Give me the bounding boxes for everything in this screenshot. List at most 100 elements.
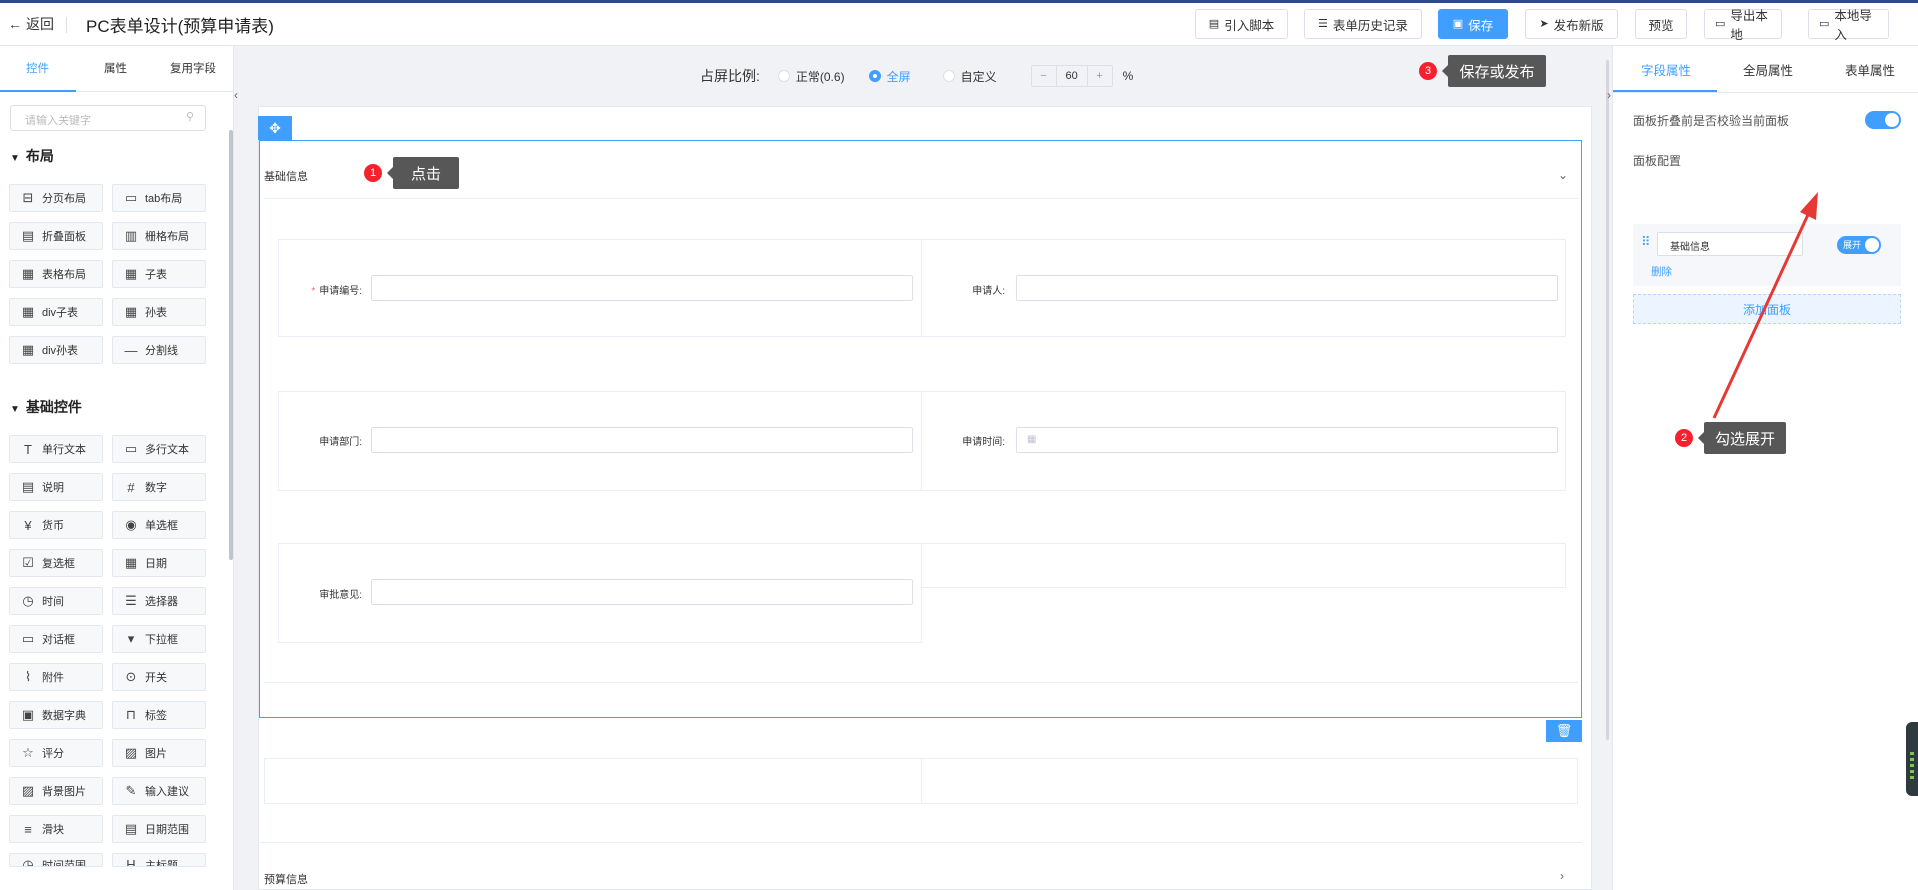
move-handle-icon[interactable]: ✥ xyxy=(258,116,292,140)
widget-selector[interactable]: ☰ 选择器 xyxy=(112,587,206,615)
widget-subtable[interactable]: ▦ 子表 xyxy=(112,260,206,288)
widget-tag[interactable]: ⊓ 标签 xyxy=(112,701,206,729)
delete-panel-link[interactable]: 删除 xyxy=(1651,264,1672,279)
table-icon: ▦ xyxy=(21,266,35,281)
apply-time-input[interactable]: ▦ xyxy=(1016,427,1558,453)
save-button[interactable]: ▣ 保存 xyxy=(1438,9,1508,39)
ratio-option-fullscreen[interactable]: 全屏 xyxy=(887,68,911,85)
divider xyxy=(66,17,67,33)
ratio-option-custom[interactable]: 自定义 xyxy=(961,68,997,85)
widget-number[interactable]: # 数字 xyxy=(112,473,206,501)
widget-input-suggestion[interactable]: ✎ 输入建议 xyxy=(112,777,206,805)
chevron-down-icon[interactable]: ⌄ xyxy=(1558,168,1568,182)
tab-properties[interactable]: 属性 xyxy=(104,60,127,76)
widget-main-title[interactable]: H 主标题 xyxy=(112,853,206,867)
custom-ratio-value[interactable]: 60 xyxy=(1055,66,1088,86)
widget-single-text[interactable]: T 单行文本 xyxy=(9,435,103,463)
widget-time[interactable]: ◷ 时间 xyxy=(9,587,103,615)
widget-div-grandchild-table[interactable]: ▦ div孙表 xyxy=(9,336,103,364)
widget-multi-text[interactable]: ▭ 多行文本 xyxy=(112,435,206,463)
preview-button[interactable]: 预览 xyxy=(1635,9,1687,39)
panel-title-budget-info[interactable]: 预算信息 xyxy=(264,871,308,887)
widget-grandchild-table[interactable]: ▦ 孙表 xyxy=(112,298,206,326)
radio-custom[interactable] xyxy=(942,70,955,82)
widget-dropdown[interactable]: ▾ 下拉框 xyxy=(112,625,206,653)
left-tabs: 控件 属性 复用字段 xyxy=(0,46,234,92)
widget-image[interactable]: ▨ 图片 xyxy=(112,739,206,767)
drag-handle-icon[interactable]: ⠿ xyxy=(1641,234,1651,250)
step-badge-3: 3 xyxy=(1419,62,1437,80)
basic-section-header[interactable]: ▼ 基础控件 xyxy=(10,397,82,417)
widget-date[interactable]: ▦ 日期 xyxy=(112,549,206,577)
plus-icon[interactable]: + xyxy=(1088,70,1112,82)
widget-switch[interactable]: ⊙ 开关 xyxy=(112,663,206,691)
layout-section-header[interactable]: ▼ 布局 xyxy=(10,146,54,166)
widget-tab-layout[interactable]: ▭ tab布局 xyxy=(112,184,206,212)
calendar-icon: ▤ xyxy=(124,821,138,836)
side-widget[interactable] xyxy=(1906,722,1918,796)
widget-divider[interactable]: — 分割线 xyxy=(112,336,206,364)
annotation-arrow xyxy=(1712,192,1818,419)
field-label-applicant: 申请人: xyxy=(972,286,1005,297)
widget-table-layout[interactable]: ▦ 表格布局 xyxy=(9,260,103,288)
grid-cell xyxy=(921,758,1578,804)
widget-div-subtable[interactable]: ▦ div子表 xyxy=(9,298,103,326)
table-icon: ▦ xyxy=(21,304,35,319)
radio-fullscreen[interactable] xyxy=(868,70,881,82)
widget-dialog[interactable]: ▭ 对话框 xyxy=(9,625,103,653)
annotation-save-or-publish: 保存或发布 xyxy=(1442,55,1546,87)
tab-global-properties[interactable]: 全局属性 xyxy=(1743,60,1793,79)
tab-reuse-fields[interactable]: 复用字段 xyxy=(170,60,216,76)
import-script-button[interactable]: ▤ 引入脚本 xyxy=(1195,9,1288,39)
widget-slider[interactable]: ≡ 滑块 xyxy=(9,815,103,843)
active-tab-indicator xyxy=(0,90,76,92)
widget-description[interactable]: ▤ 说明 xyxy=(9,473,103,501)
widget-background-image[interactable]: ▨ 背景图片 xyxy=(9,777,103,805)
apply-no-input[interactable] xyxy=(371,275,913,301)
collapse-validate-toggle[interactable] xyxy=(1865,111,1901,129)
chevron-right-icon[interactable]: › xyxy=(1560,869,1564,883)
table-icon: ▦ xyxy=(124,266,138,281)
back-button[interactable]: ← 返回 xyxy=(8,14,54,34)
department-input[interactable] xyxy=(371,427,913,453)
custom-ratio-stepper[interactable]: − 60 + xyxy=(1030,65,1113,87)
ratio-option-normal[interactable]: 正常(0.6) xyxy=(796,68,845,85)
tab-field-properties[interactable]: 字段属性 xyxy=(1641,60,1691,79)
collapse-left-icon[interactable]: ‹ xyxy=(234,88,238,102)
opinion-input[interactable] xyxy=(371,579,913,605)
widget-checkbox[interactable]: ☑ 复选框 xyxy=(9,549,103,577)
applicant-input[interactable] xyxy=(1016,275,1558,301)
export-local-button[interactable]: ▭ 导出本地 xyxy=(1704,9,1782,42)
tab-form-properties[interactable]: 表单属性 xyxy=(1845,60,1895,79)
widget-time-range[interactable]: ◷ 时间范围 xyxy=(9,853,103,867)
number-icon: # xyxy=(127,479,135,495)
image-icon: ▨ xyxy=(124,745,138,760)
trash-icon[interactable]: 🗑 xyxy=(1546,720,1582,742)
search-icon: ⚲ xyxy=(186,111,195,123)
import-local-button[interactable]: ▭ 本地导入 xyxy=(1808,9,1889,42)
widget-rating[interactable]: ☆ 评分 xyxy=(9,739,103,767)
widget-attachment[interactable]: ⌇ 附件 xyxy=(9,663,103,691)
collapse-icon: ▤ xyxy=(21,228,35,243)
widget-data-dictionary[interactable]: ▣ 数据字典 xyxy=(9,701,103,729)
widget-grid-layout[interactable]: ▥ 栅格布局 xyxy=(112,222,206,250)
panel-title-basic-info[interactable]: 基础信息 xyxy=(264,168,308,184)
widget-radio[interactable]: ◉ 单选框 xyxy=(112,511,206,539)
publish-button[interactable]: ➤ 发布新版 xyxy=(1525,9,1618,39)
form-history-button[interactable]: ☰ 表单历史记录 xyxy=(1304,9,1422,39)
checkbox-icon: ☑ xyxy=(22,555,34,570)
widget-date-range[interactable]: ▤ 日期范围 xyxy=(112,815,206,843)
canvas-scrollbar[interactable] xyxy=(1606,60,1609,740)
panel-header-divider xyxy=(264,198,1578,199)
expand-toggle[interactable]: 展开 xyxy=(1837,236,1881,254)
widget-currency[interactable]: ¥ 货币 xyxy=(9,511,103,539)
widget-page-layout[interactable]: ⊟ 分页布局 xyxy=(9,184,103,212)
folder-icon: ▭ xyxy=(1715,17,1726,30)
widget-collapse-panel[interactable]: ▤ 折叠面板 xyxy=(9,222,103,250)
tab-widgets[interactable]: 控件 xyxy=(26,60,49,76)
minus-icon[interactable]: − xyxy=(1032,70,1056,82)
widget-search-input[interactable]: 请输入关键字 xyxy=(10,105,206,131)
collapse-right-icon[interactable]: › xyxy=(1607,88,1611,102)
radio-normal[interactable] xyxy=(777,70,790,82)
left-scrollbar[interactable] xyxy=(229,130,233,560)
